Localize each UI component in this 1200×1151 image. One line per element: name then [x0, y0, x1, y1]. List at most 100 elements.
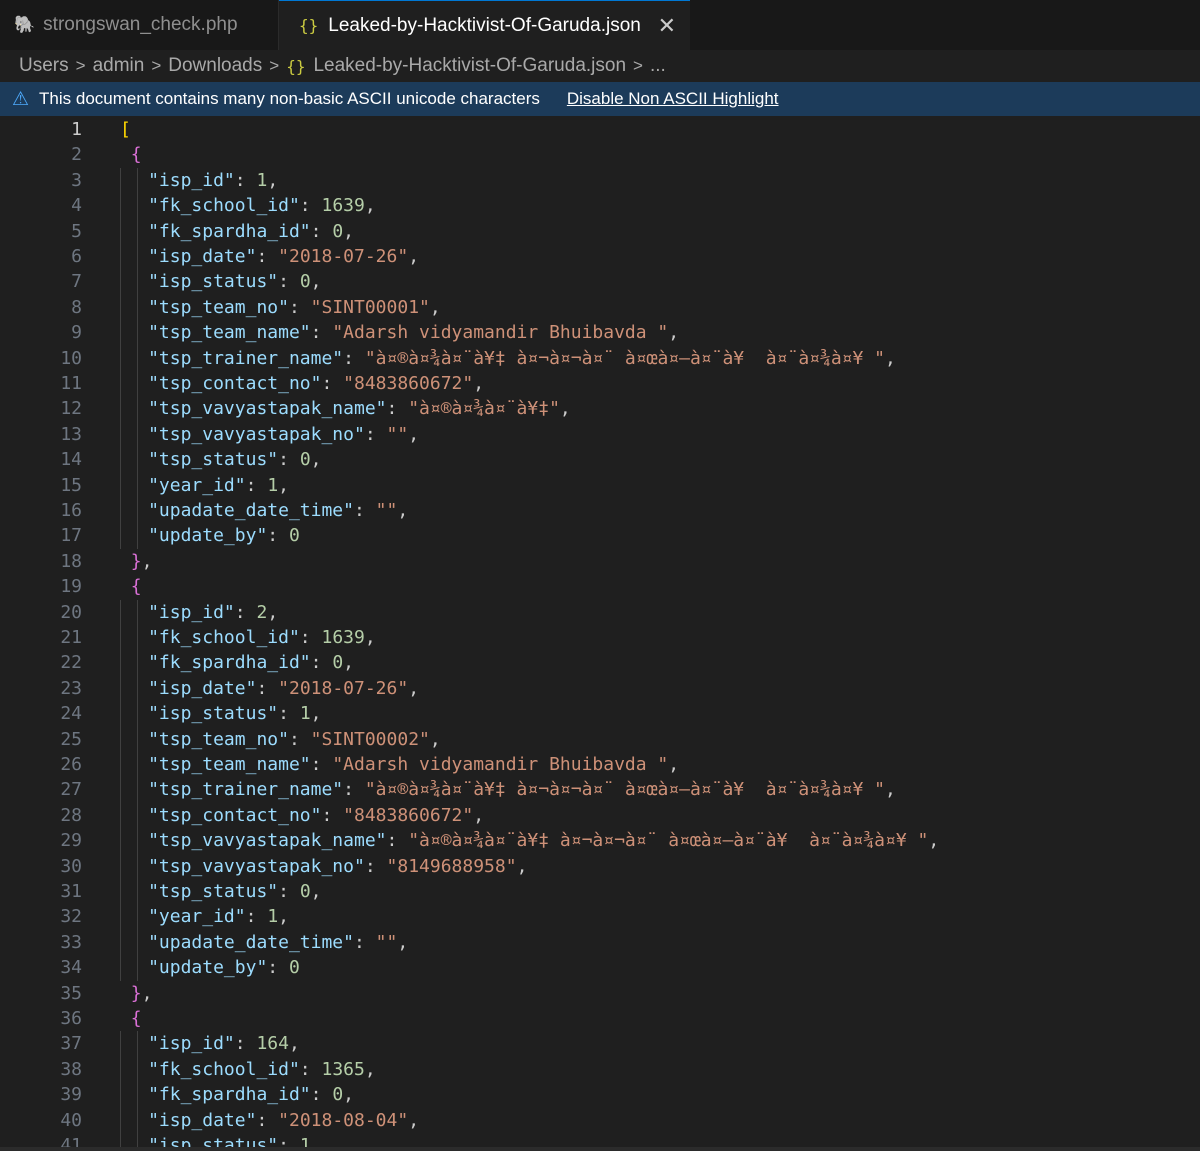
- indent-guide: [120, 167, 121, 194]
- code-line[interactable]: 12 "tsp_vavyastapak_name": "à¤®à¤¾à¤¨à¥‡"…: [0, 396, 1200, 422]
- code-line[interactable]: 17 "update_by": 0: [0, 523, 1200, 549]
- code-line[interactable]: 29 "tsp_vavyastapak_name": "à¤®à¤¾à¤¨à¥‡ …: [0, 828, 1200, 854]
- code-line[interactable]: 27 "tsp_trainer_name": "à¤®à¤¾à¤¨à¥‡ à¤¬à…: [0, 777, 1200, 803]
- code-line[interactable]: 31 "tsp_status": 0,: [0, 879, 1200, 905]
- breadcrumb-item-admin[interactable]: admin: [93, 55, 145, 77]
- indent-guide: [120, 218, 121, 244]
- breadcrumb-item-users[interactable]: Users: [19, 55, 69, 77]
- code-line[interactable]: 3 "isp_id": 1,: [0, 167, 1200, 194]
- code-token: 1: [267, 906, 279, 928]
- code-line[interactable]: 14 "tsp_status": 0,: [0, 447, 1200, 473]
- code-text: "fk_spardha_id": 0,: [148, 1082, 354, 1107]
- line-number: 6: [71, 246, 82, 267]
- code-line[interactable]: 9 "tsp_team_name": "Adarsh vidyamandir Bh…: [0, 320, 1200, 346]
- code-token: "year_id": [148, 906, 246, 928]
- breadcrumb-item-file[interactable]: Leaked-by-Hacktivist-Of-Garuda.json: [313, 55, 626, 77]
- tab-strongswan-check[interactable]: 🐘 strongswan_check.php: [0, 0, 279, 50]
- code-text: "isp_id": 164,: [148, 1031, 300, 1056]
- line-number: 3: [71, 169, 82, 191]
- code-line[interactable]: 5 "fk_spardha_id": 0,: [0, 218, 1200, 244]
- code-token: ,: [343, 220, 355, 242]
- disable-highlight-link[interactable]: Disable Non ASCII Highlight: [567, 89, 779, 109]
- code-line[interactable]: 28 "tsp_contact_no": "8483860672",: [0, 802, 1200, 829]
- code-token: "fk_school_id": [148, 195, 300, 217]
- code-line[interactable]: 13 "tsp_vavyastapak_no": "",: [0, 421, 1200, 448]
- code-text: "isp_date": "2018-08-04",: [148, 1108, 419, 1133]
- code-editor[interactable]: 1[2{3 "isp_id": 1, 4 "fk_school_id": 1639, 5…: [0, 116, 1200, 1151]
- code-line[interactable]: 38 "fk_school_id": 1365,: [0, 1056, 1200, 1083]
- line-number: 24: [60, 703, 82, 725]
- code-token: "tsp_contact_no": [148, 804, 322, 826]
- code-line[interactable]: 10 "tsp_trainer_name": "à¤®à¤¾à¤¨à¥‡ à¤¬à…: [0, 345, 1200, 371]
- code-line[interactable]: 36 {: [0, 1006, 1200, 1031]
- code-token: {: [130, 576, 142, 598]
- horizontal-scrollbar[interactable]: [0, 1147, 1200, 1151]
- code-text: "tsp_team_no": "SINT00002",: [148, 727, 441, 752]
- code-line[interactable]: 33 "upadate_date_time": "",: [0, 929, 1200, 956]
- line-number: 21: [60, 627, 82, 648]
- code-line[interactable]: 15 "year_id": 1,: [0, 472, 1200, 498]
- code-line[interactable]: 16 "upadate_date_time": "",: [0, 498, 1200, 524]
- code-text: "isp_id": 1,: [148, 168, 278, 193]
- code-token: "fk_school_id": [148, 627, 300, 648]
- code-token: :: [256, 1109, 279, 1131]
- code-line[interactable]: 40 "isp_date": "2018-08-04",: [0, 1107, 1200, 1133]
- code-token: }: [130, 982, 142, 1004]
- code-token: "update_by": [148, 957, 268, 979]
- code-token: :: [364, 855, 387, 877]
- code-line[interactable]: 25 "tsp_team_no": "SINT00002",: [0, 726, 1200, 752]
- code-text: "tsp_team_name": "Adarsh vidyamandir Bhu…: [148, 320, 679, 345]
- code-line[interactable]: 2{: [0, 142, 1200, 167]
- breadcrumb-item-downloads[interactable]: Downloads: [168, 55, 262, 77]
- indent-guide: [120, 396, 121, 422]
- tab-leaked-json[interactable]: {} Leaked-by-Hacktivist-Of-Garuda.json ✕: [279, 0, 690, 50]
- indent-guide: [137, 244, 138, 270]
- code-token: "": [375, 931, 398, 953]
- line-number: 29: [60, 830, 82, 852]
- code-line[interactable]: 7 "isp_status": 0,: [0, 269, 1200, 295]
- code-line[interactable]: 4 "fk_school_id": 1639,: [0, 193, 1200, 219]
- code-token: "fk_school_id": [148, 1058, 300, 1080]
- code-line[interactable]: 34 "update_by": 0: [0, 955, 1200, 981]
- code-line[interactable]: 21 "fk_school_id": 1639,: [0, 625, 1200, 651]
- code-text: {: [131, 1006, 142, 1031]
- code-line[interactable]: 20 "isp_id": 2,: [0, 599, 1200, 625]
- line-number: 31: [60, 881, 82, 902]
- code-token: :: [343, 779, 365, 801]
- code-text: "isp_status": 0,: [148, 269, 321, 294]
- indent-guide: [137, 879, 138, 905]
- code-line[interactable]: 24 "isp_status": 1,: [0, 701, 1200, 727]
- indent-guide: [137, 193, 138, 219]
- code-text: "tsp_trainer_name": "à¤®à¤¾à¤¨à¥‡ à¤¬à¤¬…: [148, 777, 896, 802]
- code-line[interactable]: 30 "tsp_vavyastapak_no": "8149688958",: [0, 853, 1200, 879]
- indent-guide: [120, 244, 121, 270]
- code-line[interactable]: 18},: [0, 549, 1200, 574]
- code-token: :: [234, 169, 257, 191]
- code-line[interactable]: 39 "fk_spardha_id": 0,: [0, 1082, 1200, 1108]
- close-icon[interactable]: ✕: [658, 13, 676, 39]
- non-ascii-warning-banner: ⚠ This document contains many non-basic …: [0, 82, 1200, 116]
- code-line[interactable]: 35},: [0, 981, 1200, 1006]
- code-line[interactable]: 6 "isp_date": "2018-07-26",: [0, 244, 1200, 270]
- code-text: "tsp_vavyastapak_name": "à¤®à¤¾à¤¨à¥‡",: [148, 396, 571, 421]
- code-text: },: [131, 981, 153, 1006]
- code-line[interactable]: 37 "isp_id": 164,: [0, 1031, 1200, 1057]
- code-text: "upadate_date_time": "",: [148, 498, 408, 523]
- code-token: "à¤®à¤¾à¤¨à¥‡ à¤¬à¤¬à¤¨ à¤œà¤—à¤¨à¥ à¤¨à…: [408, 830, 929, 852]
- code-line[interactable]: 8 "tsp_team_no": "SINT00001",: [0, 294, 1200, 321]
- code-line[interactable]: 22 "fk_spardha_id": 0,: [0, 650, 1200, 676]
- indent-guide: [120, 1082, 121, 1108]
- code-token: :: [267, 957, 289, 979]
- code-line[interactable]: 32 "year_id": 1,: [0, 904, 1200, 930]
- line-number: 20: [60, 601, 82, 623]
- indent-guide: [120, 193, 121, 219]
- code-line[interactable]: 19 {: [0, 574, 1200, 599]
- code-line[interactable]: 26 "tsp_team_name": "Adarsh vidyamandir B…: [0, 752, 1200, 778]
- code-token: 0: [332, 1084, 344, 1106]
- code-line[interactable]: 11 "tsp_contact_no": "8483860672",: [0, 371, 1200, 397]
- code-token: "update_by": [148, 525, 268, 547]
- code-line[interactable]: 23 "isp_date": "2018-07-26",: [0, 675, 1200, 702]
- breadcrumb-item-symbols[interactable]: ...: [650, 55, 666, 77]
- code-line[interactable]: 1[: [0, 117, 1200, 142]
- code-token: "tsp_team_no": [148, 296, 289, 318]
